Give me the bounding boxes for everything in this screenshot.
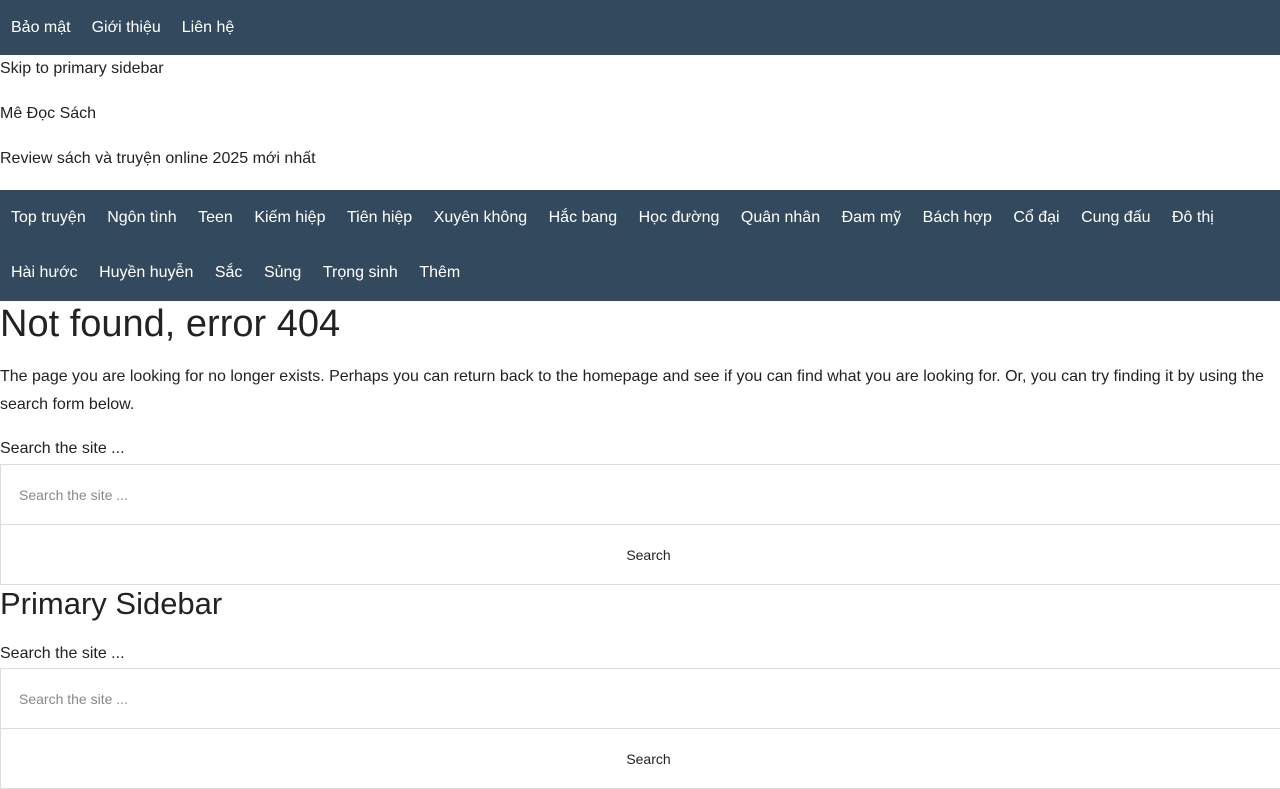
nav-link-hoc-duong[interactable]: Học đường — [639, 209, 720, 227]
site-title[interactable]: Mê Đọc Sách — [0, 104, 96, 124]
nav-link-tien-hiep[interactable]: Tiên hiệp — [347, 209, 412, 227]
nav-link-co-dai[interactable]: Cổ đại — [1013, 209, 1059, 227]
nav-link-ngon-tinh[interactable]: Ngôn tình — [107, 209, 176, 227]
sidebar-search-label: Search the site ... — [0, 645, 125, 662]
nav-link-quan-nhan[interactable]: Quân nhân — [741, 209, 820, 227]
sidebar-search-button[interactable]: Search — [0, 728, 1280, 789]
page-title: Not found, error 404 — [0, 303, 341, 345]
nav-link-top-truyen[interactable]: Top truyện — [11, 209, 86, 227]
error-message: The page you are looking for no longer e… — [0, 368, 1264, 413]
nav-link-sung[interactable]: Sủng — [264, 264, 301, 282]
secondary-nav: Bảo mật Giới thiệu Liên hệ — [0, 0, 1280, 55]
nav-link-cung-dau[interactable]: Cung đấu — [1081, 209, 1150, 227]
nav-link-kiem-hiep[interactable]: Kiếm hiệp — [254, 209, 325, 227]
search-input[interactable] — [0, 464, 1280, 525]
nav-link-lien-he[interactable]: Liên hệ — [182, 19, 235, 37]
search-label: Search the site ... — [0, 440, 125, 457]
nav-link-hai-huoc[interactable]: Hài hước — [11, 264, 78, 282]
nav-row-1: Top truyện Ngôn tình Teen Kiếm hiệp Tiên… — [11, 190, 1235, 245]
nav-link-huyen-huyen[interactable]: Huyền huyễn — [99, 264, 193, 282]
nav-link-gioi-thieu[interactable]: Giới thiệu — [92, 19, 161, 37]
nav-link-teen[interactable]: Teen — [198, 209, 233, 227]
skip-to-sidebar-link[interactable]: Skip to primary sidebar — [0, 59, 164, 79]
nav-link-them[interactable]: Thêm — [419, 264, 460, 282]
nav-link-trong-sinh[interactable]: Trọng sinh — [323, 264, 398, 282]
nav-link-do-thi[interactable]: Đô thị — [1172, 209, 1214, 227]
primary-nav: Top truyện Ngôn tình Teen Kiếm hiệp Tiên… — [0, 190, 1280, 301]
site-description: Review sách và truyện online 2025 mới nh… — [0, 150, 316, 167]
nav-link-sac[interactable]: Sắc — [215, 264, 243, 282]
nav-link-bao-mat[interactable]: Bảo mật — [11, 19, 71, 37]
nav-link-bach-hop[interactable]: Bách hợp — [923, 209, 992, 227]
nav-link-xuyen-khong[interactable]: Xuyên không — [434, 209, 527, 227]
sidebar-title: Primary Sidebar — [0, 586, 223, 621]
search-button[interactable]: Search — [0, 524, 1280, 585]
sidebar-search-input[interactable] — [0, 668, 1280, 729]
nav-row-2: Hài hước Huyền huyễn Sắc Sủng Trọng sinh… — [11, 245, 482, 300]
nav-link-hac-bang[interactable]: Hắc bang — [549, 209, 618, 227]
nav-link-dam-my[interactable]: Đam mỹ — [842, 209, 902, 227]
